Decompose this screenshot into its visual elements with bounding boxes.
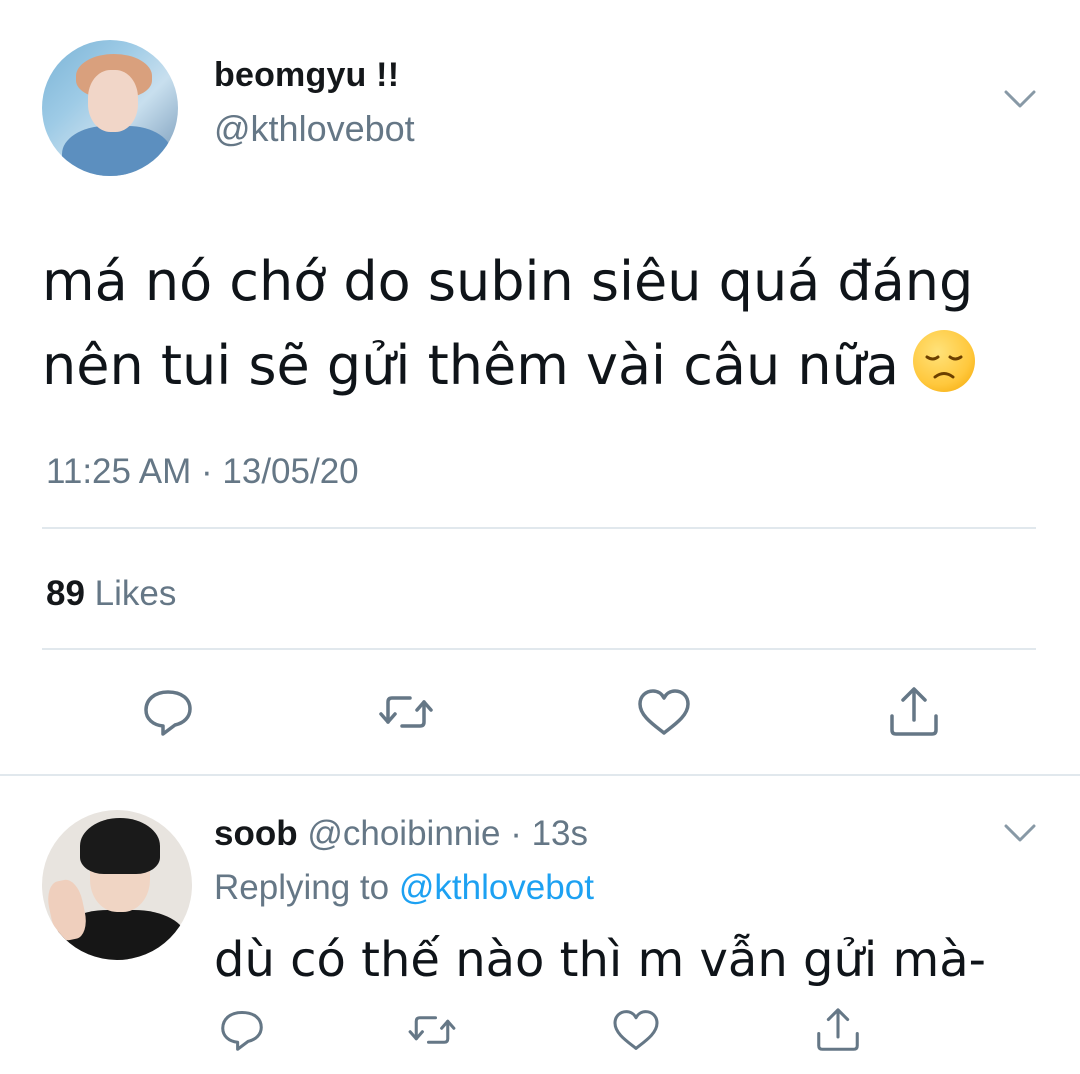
tweet-text-line-2: nên tui sẽ gửi thêm vài câu nữa [42, 334, 899, 397]
replying-to: Replying to @kthlovebot [214, 868, 594, 908]
reply-header: soob @choibinnie · 13s [214, 814, 588, 854]
like-icon[interactable] [608, 1002, 664, 1058]
disappointed-face-emoji-icon [912, 330, 975, 392]
share-icon[interactable] [810, 1002, 866, 1058]
author-avatar[interactable] [42, 40, 178, 176]
retweet-icon[interactable] [374, 680, 438, 744]
chevron-down-icon[interactable] [1000, 818, 1040, 848]
share-icon[interactable] [882, 680, 946, 744]
reply-handle-time[interactable]: @choibinnie · 13s [307, 814, 588, 853]
reply-display-name[interactable]: soob [214, 814, 298, 853]
author-display-name[interactable]: beomgyu !! [214, 56, 399, 95]
reply-icon[interactable] [214, 1002, 270, 1058]
chevron-down-icon[interactable] [1000, 84, 1040, 114]
likes-count: 89 [46, 574, 85, 613]
thread-divider [0, 774, 1080, 776]
divider [42, 527, 1036, 529]
likes-label: Likes [94, 574, 177, 613]
tweet-timestamp[interactable]: 11:25 AM · 13/05/20 [46, 452, 359, 492]
tweet-text: má nó chớ do subin siêu quá đáng nên tui… [42, 240, 1042, 408]
replying-mention-link[interactable]: @kthlovebot [399, 868, 594, 907]
reply-text: dù có thế nào thì m vẫn gửi mà- [214, 932, 986, 988]
tweet-text-line-1: má nó chớ do subin siêu quá đáng [42, 250, 974, 313]
retweet-icon[interactable] [404, 1002, 460, 1058]
replying-prefix: Replying to [214, 868, 390, 907]
likes-stat[interactable]: 89 Likes [46, 574, 176, 614]
reply-icon[interactable] [136, 680, 200, 744]
author-handle[interactable]: @kthlovebot [214, 108, 415, 150]
divider [42, 648, 1036, 650]
like-icon[interactable] [632, 680, 696, 744]
reply-author-avatar[interactable] [42, 810, 192, 960]
